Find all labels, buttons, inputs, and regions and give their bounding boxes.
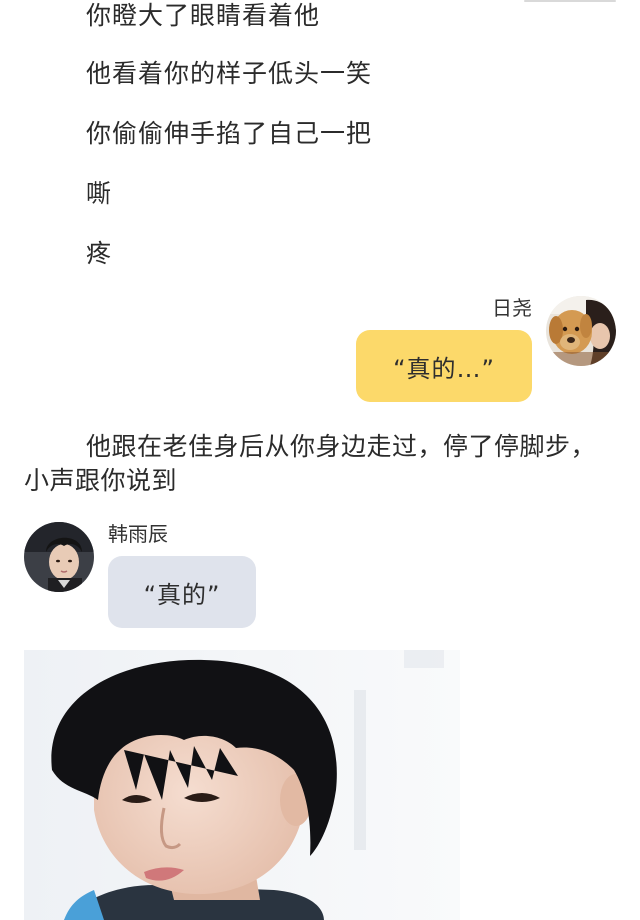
boy-portrait-avatar-icon bbox=[24, 522, 94, 592]
story-line-2: 他看着你的样子低头一笑 bbox=[86, 59, 373, 88]
story-line-4: 嘶 bbox=[86, 179, 113, 208]
message-bubble-right[interactable]: “真的…” bbox=[356, 330, 532, 402]
narration-text: 他跟在老佳身后从你身边走过，停了停脚步，小声跟你说到 bbox=[24, 432, 597, 495]
avatar-right[interactable] bbox=[546, 296, 616, 366]
dog-and-girl-avatar-icon bbox=[546, 296, 616, 366]
top-divider bbox=[524, 0, 616, 2]
sender-name-right: 日尧 bbox=[492, 296, 532, 320]
story-line-1: 你瞪大了眼睛看着他 bbox=[86, 1, 321, 30]
narration-paragraph: 他跟在老佳身后从你身边走过，停了停脚步，小声跟你说到 bbox=[24, 430, 618, 498]
sender-name-left: 韩雨辰 bbox=[108, 522, 168, 546]
story-line-5: 疼 bbox=[86, 239, 113, 268]
story-line-3: 你偷偷伸手掐了自己一把 bbox=[86, 119, 373, 148]
avatar-left[interactable] bbox=[24, 522, 94, 592]
portrait-photo[interactable] bbox=[24, 650, 460, 920]
message-bubble-left[interactable]: “真的” bbox=[108, 556, 256, 628]
boy-photo-image bbox=[24, 650, 460, 920]
